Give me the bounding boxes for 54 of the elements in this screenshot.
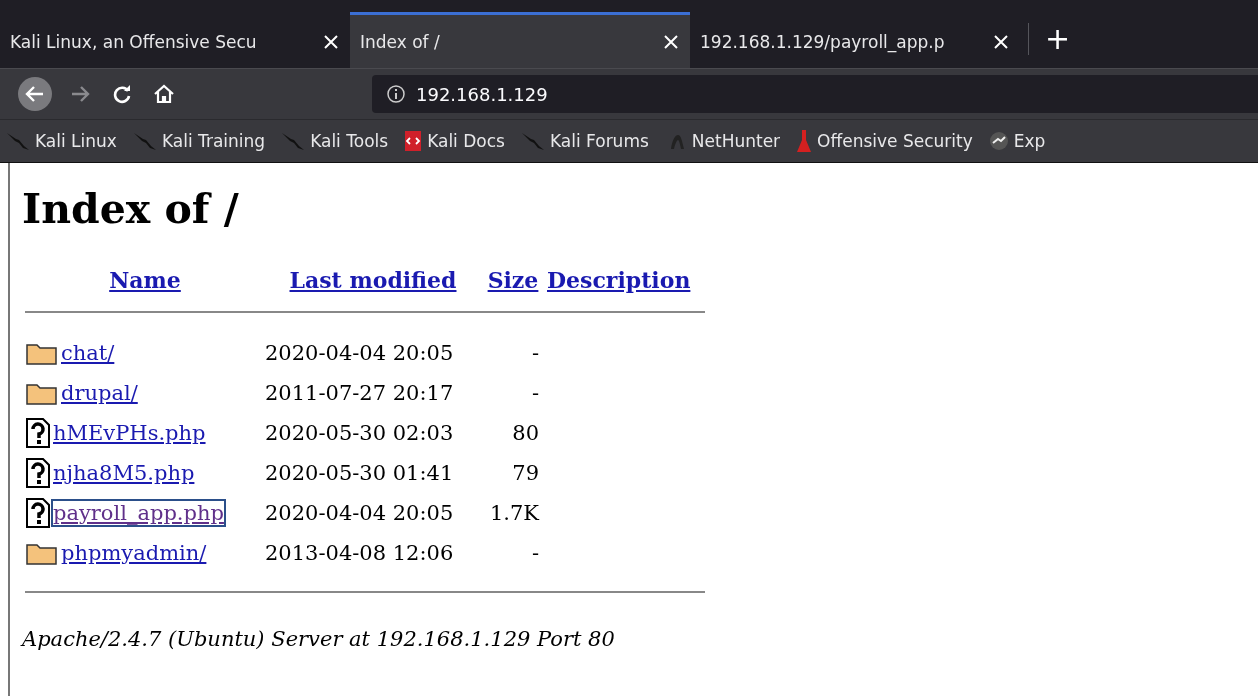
close-icon[interactable] — [324, 34, 338, 49]
modified-cell-text: 2020-05-30 02:03 — [265, 420, 455, 447]
modified-cell-text: 2011-07-27 20:17 — [265, 380, 455, 407]
file-link[interactable]: njha8M5.php — [53, 461, 195, 485]
info-icon — [386, 84, 406, 104]
size-cell-text: 79 — [511, 460, 540, 487]
modified-cell-text: 2013-04-08 12:06 — [265, 540, 455, 567]
column-header-link[interactable]: Last modified — [265, 267, 481, 293]
modified-cell-text: 2020-04-04 20:05 — [265, 500, 455, 527]
modified-cell-text: 2020-04-04 20:05 — [265, 340, 455, 367]
bookmark-link[interactable]: Kali Forums — [520, 131, 649, 151]
bookmark-link[interactable]: Offensive Security — [796, 129, 973, 153]
page-heading: Index of / — [22, 185, 240, 233]
browser-tab[interactable]: Index of / — [350, 12, 690, 68]
tower-icon — [796, 129, 813, 153]
unknown-file-icon — [25, 418, 51, 448]
size-cell-text: - — [530, 380, 540, 407]
new-tab-button[interactable]: + — [1037, 24, 1079, 54]
close-icon[interactable] — [664, 34, 678, 49]
file-link[interactable]: payroll_app.php — [53, 501, 224, 525]
size-cell-text: - — [530, 540, 540, 567]
server-signature: Apache/2.4.7 (Ubuntu) Server at 192.168.1.129 Port 80 — [22, 627, 616, 651]
unknown-file-icon — [25, 458, 51, 488]
reload-icon — [112, 84, 132, 104]
address-field[interactable]: 192.168.1.129 — [372, 75, 1258, 113]
file-link[interactable]: phpmyadmin/ — [61, 541, 207, 565]
file-link[interactable]: drupal/ — [61, 381, 138, 405]
bookmark-link[interactable]: Kali Docs — [404, 130, 505, 152]
close-icon[interactable] — [994, 34, 1008, 49]
tab-title: Kali Linux, an Offensive Secu — [10, 31, 258, 52]
browser-tab[interactable]: Kali Linux, an Offensive Secu — [0, 12, 350, 68]
tab-title: Index of / — [360, 31, 441, 52]
size-cell-text: - — [530, 340, 540, 367]
browser-tab[interactable]: 192.168.1.129/payroll_app.p — [690, 12, 1020, 68]
size-cell-text: 80 — [511, 420, 540, 447]
home-icon — [153, 83, 175, 105]
column-header-link[interactable]: Name — [25, 267, 265, 293]
column-header-link[interactable]: Description — [545, 267, 705, 293]
bookmark-link[interactable]: Kali Tools — [281, 131, 389, 151]
bookmark-link[interactable]: NetHunter — [664, 131, 781, 151]
column-header-link[interactable]: Size — [481, 267, 545, 293]
bookmark-link[interactable]: Kali Linux — [6, 131, 117, 151]
globe-icon — [988, 131, 1009, 151]
file-link[interactable]: hMEvPHs.php — [53, 421, 206, 445]
modified-cell-text: 2020-05-30 01:41 — [265, 460, 455, 487]
bookmark-link[interactable]: Kali Training — [132, 131, 266, 151]
bookmark-link[interactable]: Exp — [988, 131, 1046, 151]
tab-title: 192.168.1.129/payroll_app.p — [700, 31, 946, 52]
document-icon — [404, 130, 423, 152]
back-button[interactable] — [18, 77, 52, 111]
url-text: 192.168.1.129 — [416, 83, 548, 105]
size-cell-text: 1.7K — [488, 500, 541, 527]
file-link[interactable]: chat/ — [61, 341, 115, 365]
unknown-file-icon — [25, 498, 51, 528]
